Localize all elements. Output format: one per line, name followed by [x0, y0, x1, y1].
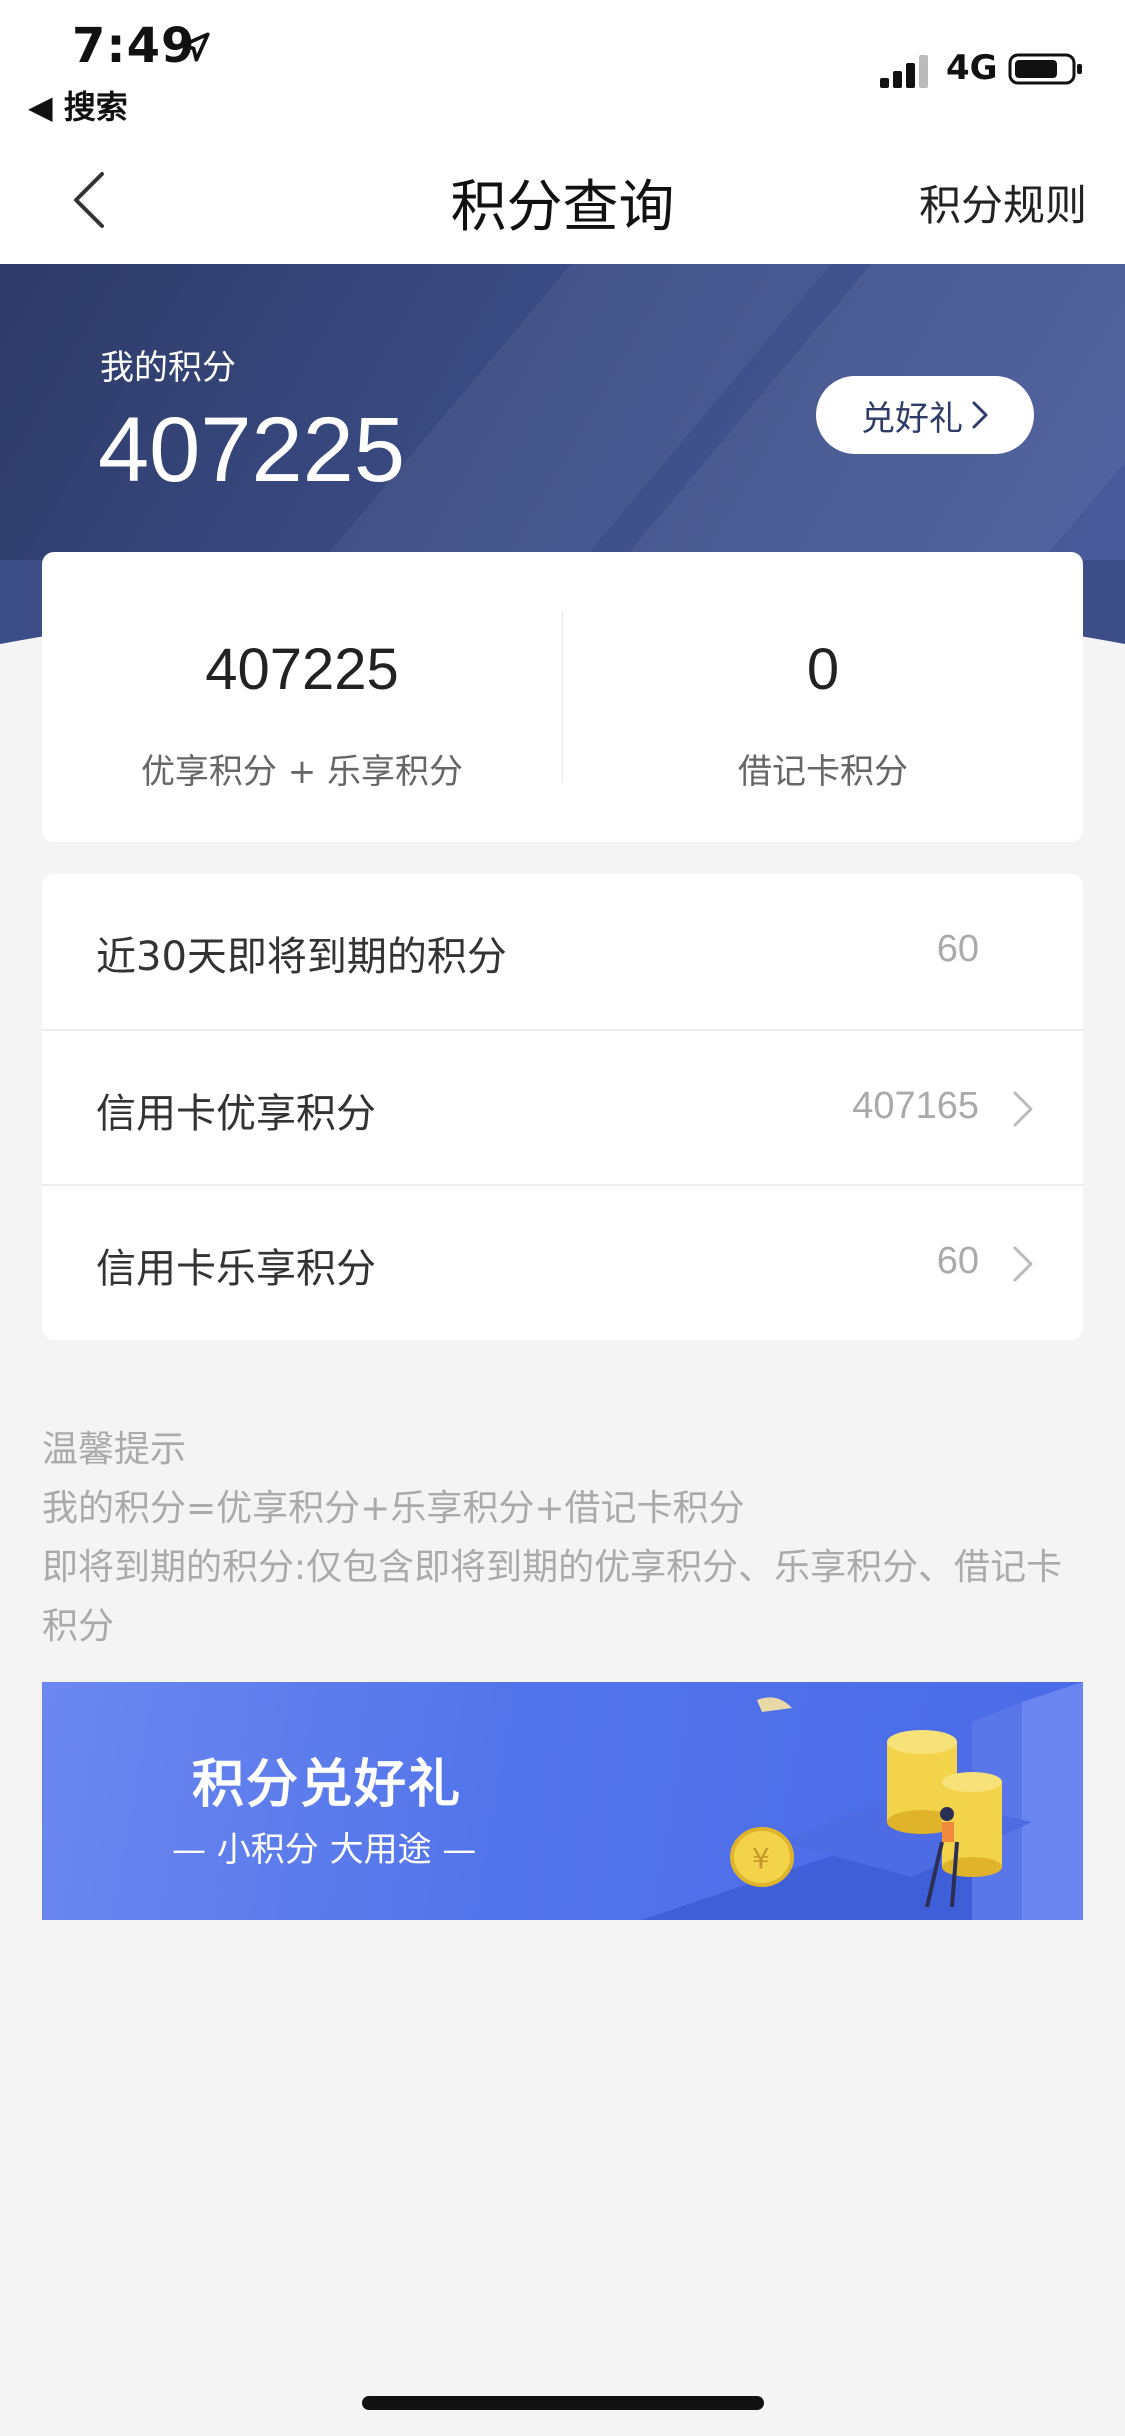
- debit-points-value: 0: [806, 637, 840, 702]
- status-bar: 7:49 ◀ 搜索 4G: [0, 0, 1125, 140]
- list-item-premium-points[interactable]: 信用卡优享积分 407165: [42, 1029, 1083, 1184]
- points-summary-card: 407225 优享积分 + 乐享积分 0 借记卡积分: [42, 552, 1083, 842]
- promo-banner[interactable]: 积分兑好礼 — 小积分 大用途 — ¥: [42, 1682, 1083, 1920]
- credit-points-summary: 407225 优享积分 + 乐享积分: [42, 552, 562, 842]
- redeem-gifts-button[interactable]: 兑好礼: [816, 376, 1034, 454]
- debit-points-label: 借记卡积分: [738, 752, 908, 792]
- list-item-value: 60: [936, 928, 979, 970]
- back-to-search-link[interactable]: ◀ 搜索: [28, 82, 128, 128]
- list-item-label: 信用卡优享积分: [96, 1091, 376, 1137]
- chevron-right-icon: [972, 401, 988, 429]
- list-item-joy-points[interactable]: 信用卡乐享积分 60: [42, 1184, 1083, 1339]
- svg-text:¥: ¥: [752, 1842, 770, 1875]
- tips-line-1: 我的积分=优享积分+乐享积分+借记卡积分: [42, 1488, 745, 1529]
- tips-section: 温馨提示 我的积分=优享积分+乐享积分+借记卡积分 即将到期的积分:仅包含即将到…: [42, 1420, 1083, 1656]
- credit-points-label: 优享积分 + 乐享积分: [140, 752, 464, 792]
- tips-line-2: 即将到期的积分:仅包含即将到期的优享积分、乐享积分、借记卡积分: [42, 1547, 1063, 1647]
- promo-subtitle: — 小积分 大用途 —: [172, 1830, 477, 1870]
- location-arrow-icon: [180, 32, 210, 62]
- credit-points-value: 407225: [205, 637, 399, 702]
- list-item-label: 近30天即将到期的积分: [96, 934, 507, 980]
- status-time: 7:49: [72, 18, 196, 74]
- chevron-right-icon: [1013, 1246, 1033, 1282]
- redeem-gifts-label: 兑好礼: [861, 398, 963, 439]
- navigation-bar: 积分查询 积分规则: [0, 140, 1125, 264]
- promo-title: 积分兑好礼: [192, 1755, 463, 1815]
- debit-points-summary: 0 借记卡积分: [563, 552, 1083, 842]
- coin-stack-illustration: ¥: [642, 1682, 1083, 1920]
- points-detail-list: 近30天即将到期的积分 60 信用卡优享积分 407165 信用卡乐享积分 60: [42, 874, 1083, 1340]
- points-rules-link[interactable]: 积分规则: [919, 172, 1087, 233]
- network-type: 4G: [946, 48, 998, 88]
- chevron-right-icon: [1013, 1091, 1033, 1127]
- battery-icon: [1008, 53, 1082, 85]
- list-item-value: 407165: [852, 1085, 979, 1127]
- cellular-signal-icon: [880, 55, 928, 88]
- home-indicator[interactable]: [362, 2396, 764, 2410]
- list-item-expiring-points: 近30天即将到期的积分 60: [42, 874, 1083, 1029]
- my-points-value: 407225: [98, 399, 405, 501]
- tips-title: 温馨提示: [42, 1429, 187, 1470]
- list-item-label: 信用卡乐享积分: [96, 1246, 376, 1292]
- list-item-value: 60: [936, 1240, 979, 1282]
- my-points-label: 我的积分: [100, 348, 236, 388]
